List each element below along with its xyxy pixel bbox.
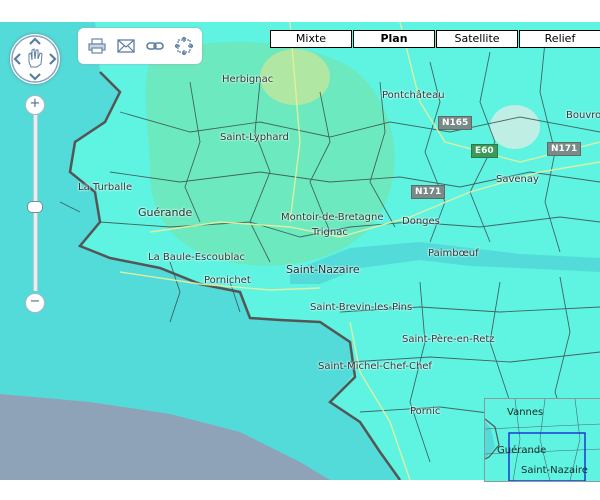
map-toolbar [78,28,202,64]
pan-control[interactable] [10,34,60,84]
place-pornic: Pornic [410,406,441,417]
pan-arrows-icon [11,35,59,83]
place-trignac: Trignac [312,227,348,238]
map-type-mixte[interactable]: Mixte [270,30,352,48]
fullscreen-button[interactable] [174,36,194,56]
overview-guerande: Guérande [497,445,547,456]
road-n165: N165 [438,116,473,130]
email-icon [116,39,135,53]
place-saint-nazaire: Saint-Nazaire [286,263,360,276]
map-type-plan[interactable]: Plan [353,30,435,48]
place-savenay: Savenay [496,174,539,185]
road-n171-east: N171 [547,142,582,156]
overview-saint-nazaire: Saint-Nazaire [521,465,588,476]
fullscreen-icon [174,37,193,55]
zoom-control: + − [25,95,45,315]
print-icon [87,38,106,54]
email-button[interactable] [116,36,136,56]
zoom-out-button[interactable]: − [25,293,45,313]
place-herbignac: Herbignac [222,74,274,85]
place-la-baule: La Baule-Escoublac [148,252,245,263]
print-button[interactable] [87,36,107,56]
place-montoir: Montoir-de-Bretagne [281,212,384,223]
place-pontchateau: Pontchâteau [382,90,445,101]
place-bouvron: Bouvron [566,110,600,121]
place-donges: Donges [402,216,440,227]
zoom-slider-handle[interactable] [27,201,43,213]
overview-vannes: Vannes [507,407,544,418]
road-n171-west: N171 [411,185,446,199]
link-button[interactable] [145,36,165,56]
zoom-in-button[interactable]: + [25,95,45,115]
link-icon [145,42,164,50]
map-type-relief[interactable]: Relief [519,30,600,48]
road-e60: E60 [471,144,498,158]
map-type-satellite[interactable]: Satellite [436,30,518,48]
place-saint-michel: Saint-Michel-Chef-Chef [318,361,432,372]
place-paimboeuf: Paimbœuf [428,248,479,259]
overview-map[interactable]: Vannes Guérande Saint-Nazaire [484,398,600,482]
place-saint-lyphard: Saint-Lyphard [220,132,289,143]
place-la-turballe: La Turballe [78,182,133,193]
place-saint-pere: Saint-Père-en-Retz [402,334,495,345]
place-guerande: Guérande [138,206,193,219]
map-type-selector: Mixte Plan Satellite Relief [270,30,600,48]
place-pornichet: Pornichet [204,275,251,286]
urban-area-2 [490,105,540,149]
place-saint-brevin: Saint-Brevin-les-Pins [310,302,413,313]
